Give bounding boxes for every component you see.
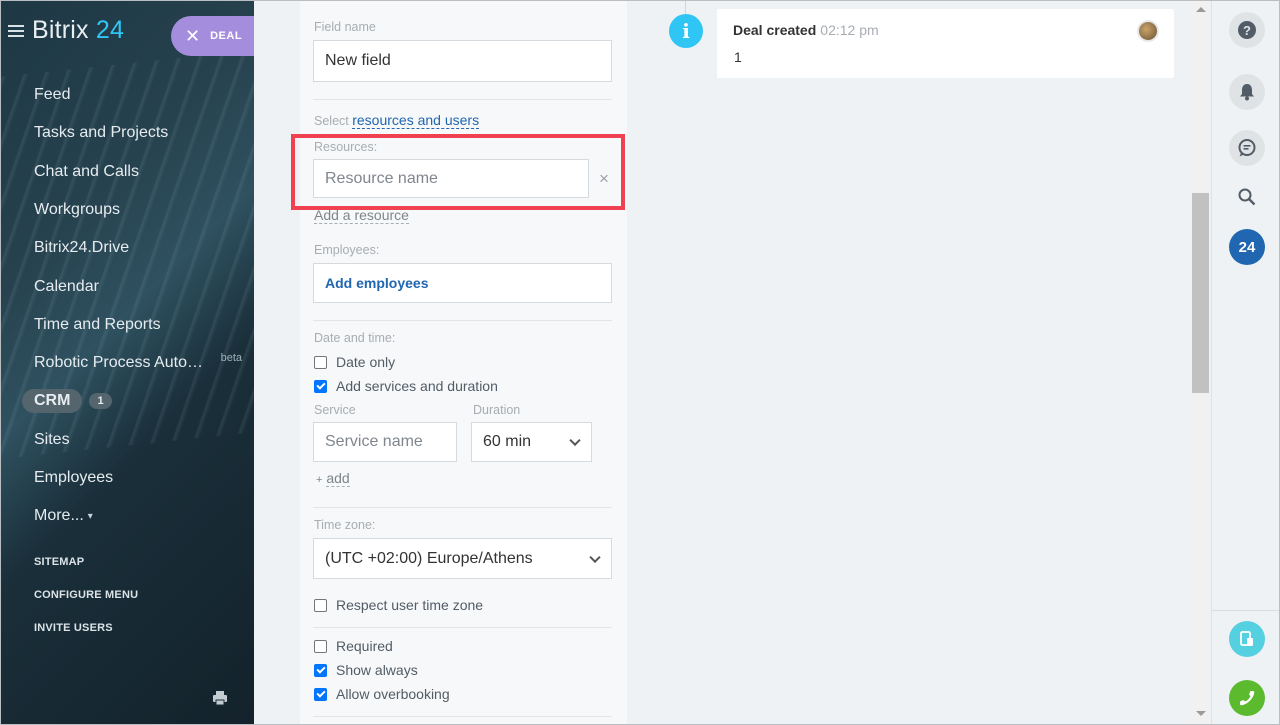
duration-label: Duration (473, 403, 521, 417)
field-name-label: Field name (314, 20, 376, 34)
checkbox[interactable] (314, 639, 327, 653)
divider (1212, 610, 1280, 611)
bitrix24-network-button[interactable]: 24 (1229, 229, 1265, 265)
crm-label: CRM (22, 389, 83, 414)
timeline-card-time: 02:12 pm (820, 22, 879, 38)
add-service-link[interactable]: add (326, 470, 350, 487)
timeline-area (649, 0, 1211, 725)
timeline-card[interactable]: Deal created 02:12 pm 1 (717, 9, 1174, 78)
call-button[interactable] (1229, 680, 1265, 716)
checkbox[interactable] (314, 598, 327, 612)
timeline-line (685, 0, 686, 14)
date-time-label: Date and time: (314, 331, 396, 345)
add-service-row[interactable]: + add (316, 470, 350, 487)
chevron-down-icon (589, 551, 601, 563)
checkbox-checked[interactable] (314, 687, 327, 701)
checkbox-checked[interactable] (314, 663, 327, 677)
phone-icon (1240, 691, 1255, 706)
chevron-down-icon: ▾ (87, 510, 93, 522)
required-checkbox[interactable]: Required (314, 638, 393, 654)
checkbox[interactable] (314, 355, 327, 369)
vertical-scrollbar[interactable] (1190, 0, 1211, 725)
scroll-down-icon[interactable] (1196, 711, 1206, 716)
hamburger-menu-icon[interactable] (8, 24, 24, 37)
sidebar-item-chat[interactable]: Chat and Calls (0, 153, 254, 191)
sidebar-item-drive[interactable]: Bitrix24.Drive (0, 229, 254, 267)
show-always-checkbox[interactable]: Show always (314, 662, 418, 678)
duration-select[interactable]: 60 min (471, 422, 592, 462)
divider (313, 716, 612, 717)
divider (313, 320, 612, 321)
time-zone-label: Time zone: (314, 518, 376, 532)
printer-icon[interactable] (212, 690, 228, 706)
scroll-thumb[interactable] (1192, 193, 1209, 393)
sidebar-item-feed[interactable]: Feed (0, 76, 254, 114)
timeline-card-title: Deal created 02:12 pm (733, 22, 879, 38)
checkbox-checked[interactable] (314, 379, 327, 393)
employees-label: Employees: (314, 243, 380, 257)
allow-overbooking-checkbox[interactable]: Allow overbooking (314, 686, 450, 702)
sidebar-item-calendar[interactable]: Calendar (0, 267, 254, 305)
select-resources-row: Select resources and users (314, 112, 480, 129)
invite-users-link[interactable]: INVITE USERS (34, 622, 113, 634)
main-menu: Feed Tasks and Projects Chat and Calls W… (0, 76, 254, 535)
close-icon: ✕ (185, 26, 201, 46)
sidebar-item-time-reports[interactable]: Time and Reports (0, 306, 254, 344)
sidebar-item-rpa[interactable]: Robotic Process Auto… beta (0, 344, 254, 382)
divider (313, 627, 612, 628)
info-icon: i (669, 14, 703, 48)
sidebar-item-sites[interactable]: Sites (0, 420, 254, 458)
chat-button[interactable] (1229, 130, 1265, 166)
date-only-checkbox[interactable]: Date only (314, 354, 395, 370)
resources-and-users-link[interactable]: resources and users (352, 112, 480, 129)
divider (313, 507, 612, 508)
logo[interactable]: Bitrix 24 (32, 16, 124, 45)
help-icon: ? (1238, 21, 1256, 39)
add-services-checkbox[interactable]: Add services and duration (314, 378, 498, 394)
service-label: Service (314, 403, 356, 417)
timeline-card-body: 1 (734, 49, 742, 65)
sitemap-link[interactable]: SITEMAP (34, 556, 84, 568)
bell-icon (1240, 84, 1254, 101)
scroll-up-icon[interactable] (1196, 7, 1206, 12)
divider (313, 99, 612, 100)
chevron-down-icon (569, 434, 581, 447)
logo-row: Bitrix 24 (8, 16, 124, 45)
search-icon[interactable] (1237, 187, 1257, 212)
sidebar-item-workgroups[interactable]: Workgroups (0, 191, 254, 229)
crm-counter-badge: 1 (89, 393, 112, 410)
help-button[interactable]: ? (1229, 12, 1265, 48)
respect-user-time-zone-checkbox[interactable]: Respect user time zone (314, 597, 483, 613)
document-phone-icon (1240, 631, 1253, 646)
notifications-button[interactable] (1229, 74, 1265, 110)
sidebar-item-employees[interactable]: Employees (0, 459, 254, 497)
field-name-input[interactable]: New field (313, 40, 612, 82)
add-resource-link[interactable]: Add a resource (314, 207, 409, 224)
beta-badge: beta (220, 352, 242, 365)
sidebar-item-more[interactable]: More... ▾ (0, 497, 254, 535)
time-zone-select[interactable]: (UTC +02:00) Europe/Athens (313, 538, 612, 579)
service-name-input[interactable]: Service name (313, 422, 457, 462)
add-employees-button[interactable]: Add employees (313, 263, 612, 303)
highlight-box (291, 134, 625, 210)
open-lines-button[interactable] (1229, 621, 1265, 657)
sidebar-item-tasks[interactable]: Tasks and Projects (0, 114, 254, 152)
configure-menu-link[interactable]: CONFIGURE MENU (34, 589, 138, 601)
avatar[interactable] (1137, 20, 1159, 42)
left-sidebar: Bitrix 24 Feed Tasks and Projects Chat a… (0, 0, 254, 725)
sidebar-item-crm[interactable]: CRM 1 (0, 382, 254, 420)
chat-icon (1238, 139, 1256, 157)
